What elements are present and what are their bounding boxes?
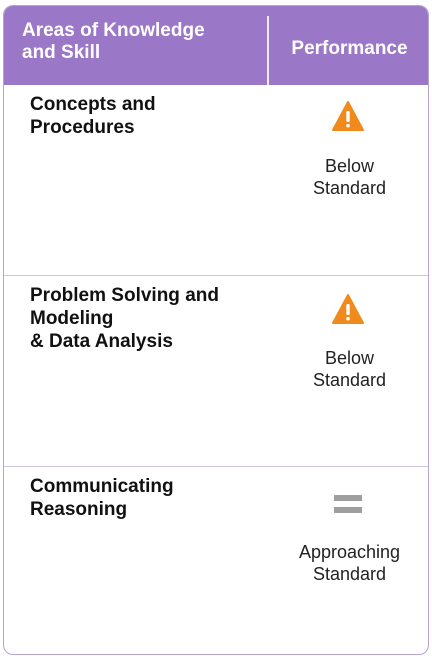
equals-icon	[334, 495, 362, 513]
table-row: Communicating Reasoning Approaching Stan…	[4, 467, 428, 654]
status-text: Below Standard	[312, 348, 387, 390]
status-text: Below Standard	[312, 156, 387, 198]
area-label: Communicating Reasoning	[30, 476, 174, 520]
area-label: Concepts and Procedures	[30, 94, 156, 138]
table-header: Areas of Knowledge and Skill Performance	[4, 6, 428, 85]
header-performance: Performance	[291, 38, 408, 59]
table-row: Concepts and Procedures Below Standard	[4, 85, 428, 275]
area-label: Problem Solving and Modeling & Data Anal…	[30, 285, 219, 352]
performance-table: Areas of Knowledge and Skill Performance…	[3, 5, 429, 655]
header-areas-of-knowledge: Areas of Knowledge and Skill	[22, 20, 205, 63]
table-row: Problem Solving and Modeling & Data Anal…	[4, 276, 428, 466]
warning-icon	[332, 101, 364, 131]
warning-icon	[332, 294, 364, 324]
status-text: Approaching Standard	[298, 542, 401, 584]
